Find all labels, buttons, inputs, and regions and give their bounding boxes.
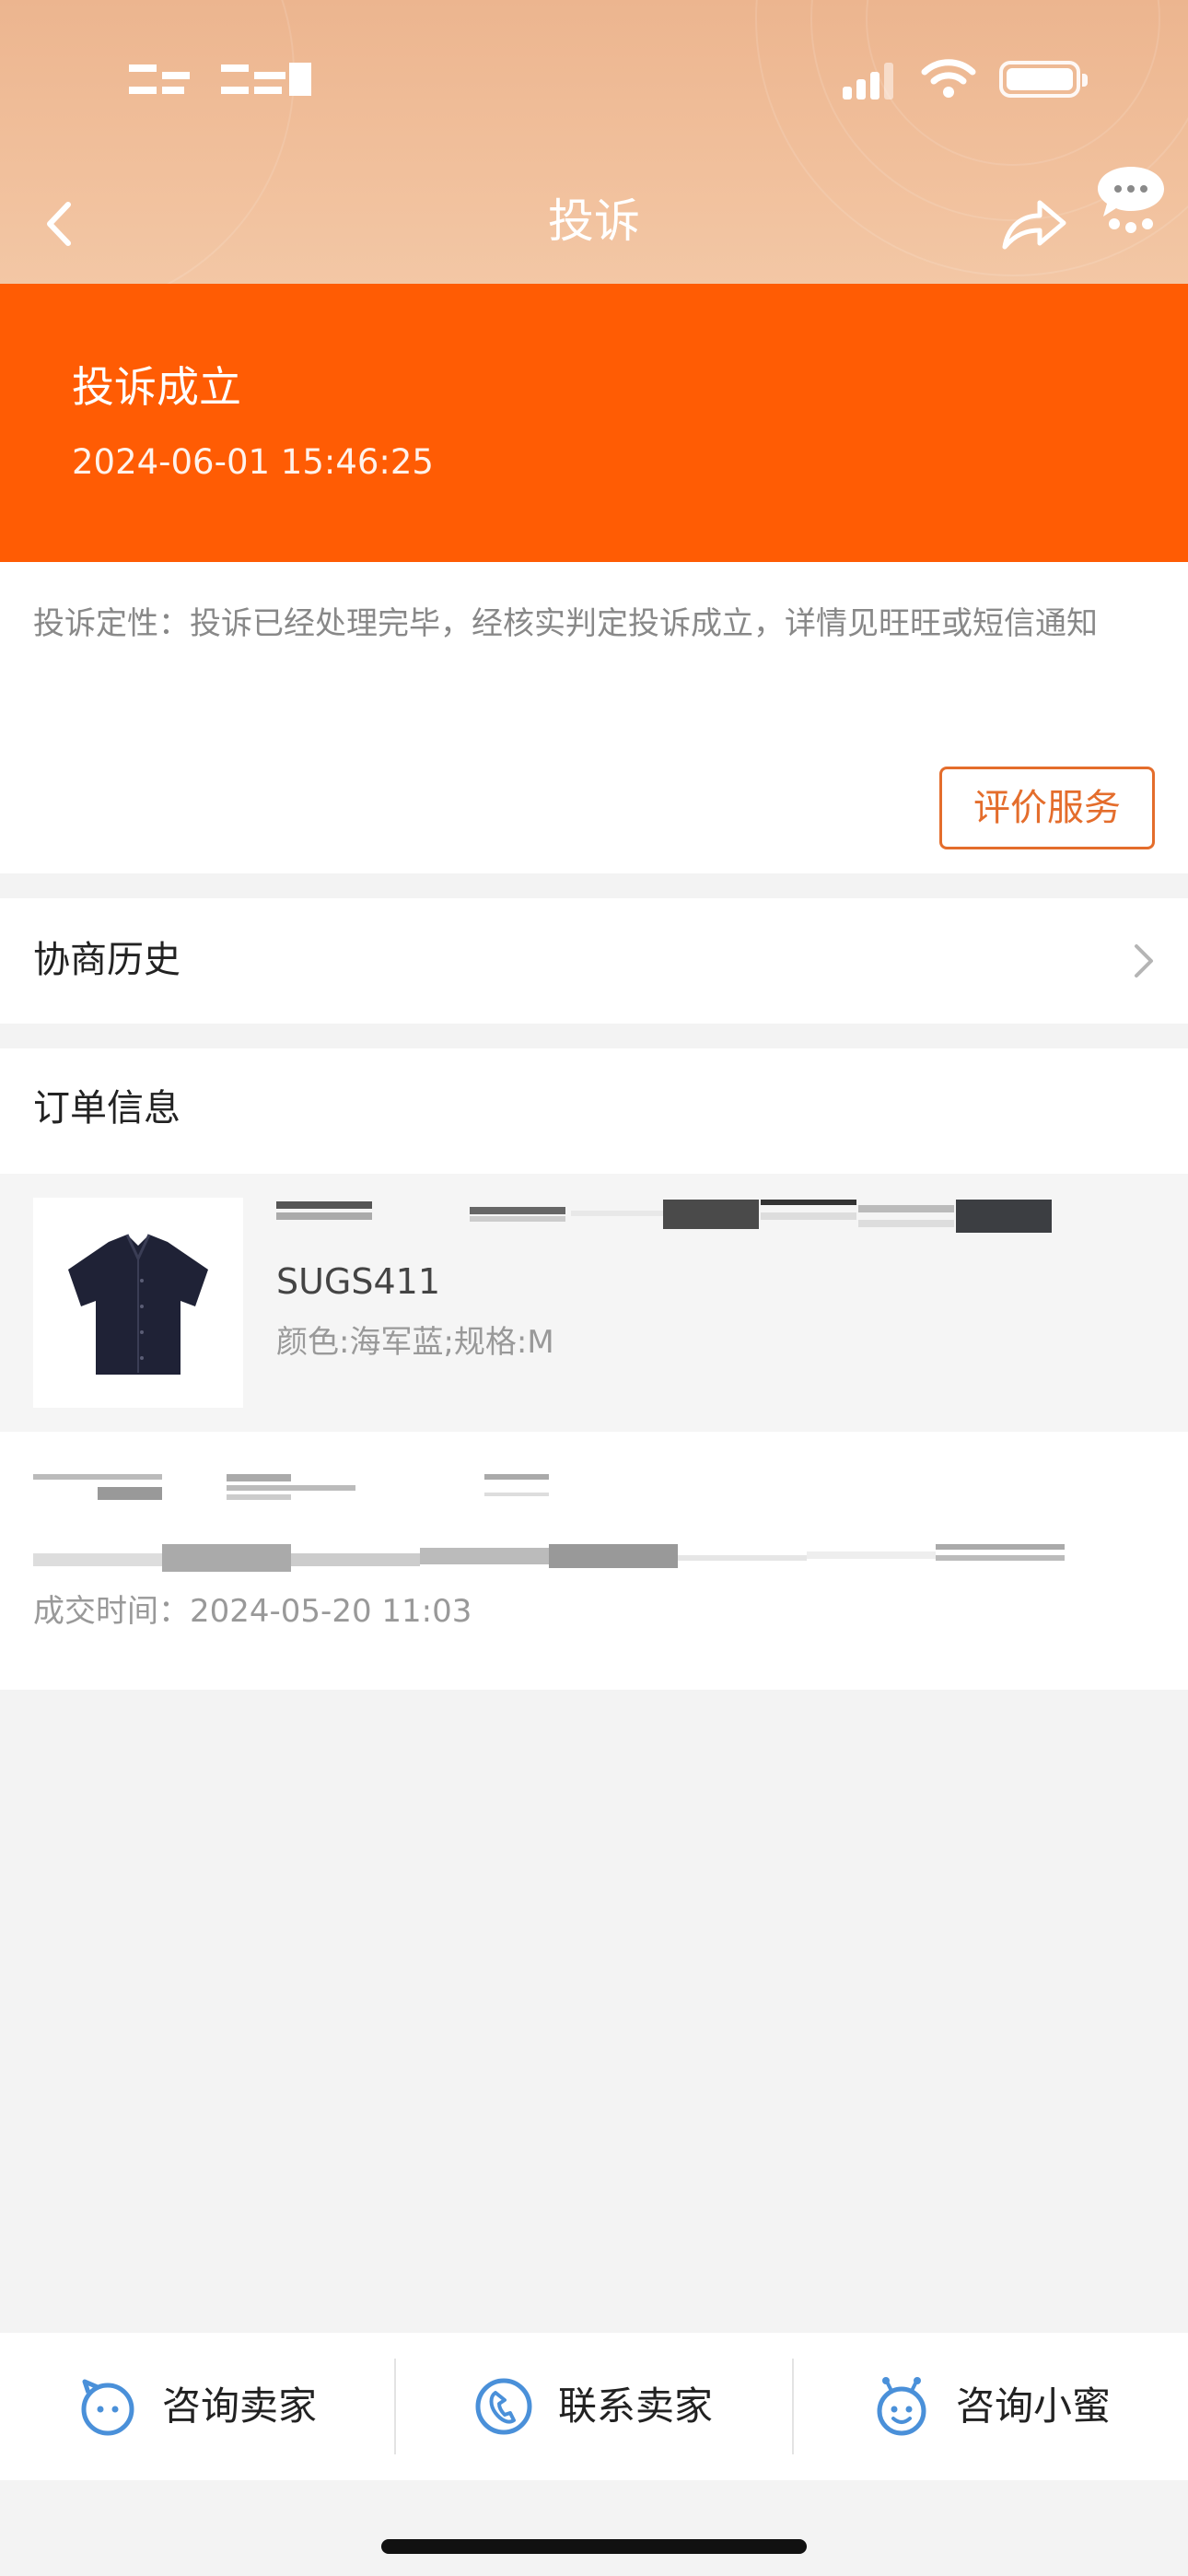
assistant-bee-icon — [877, 2377, 926, 2436]
rate-service-button[interactable]: 评价服务 — [939, 767, 1155, 849]
redacted-order-details — [33, 1474, 1066, 1577]
consult-assistant-button[interactable]: 咨询小蜜 — [871, 2333, 1111, 2480]
contact-seller-label: 联系卖家 — [558, 2383, 714, 2429]
top-header: 投诉 — [0, 0, 1188, 284]
divider — [792, 2359, 794, 2454]
complaint-result-text: 投诉定性：投诉已经处理完毕，经核实判定投诉成立，详情见旺旺或短信通知 — [33, 605, 1098, 642]
wifi-icon — [921, 59, 976, 98]
phone-icon — [475, 2378, 532, 2435]
share-icon[interactable] — [999, 192, 1069, 252]
consult-seller-button[interactable]: 咨询卖家 — [77, 2333, 317, 2480]
complaint-status-time: 2024-06-01 15:46:25 — [72, 442, 434, 482]
battery-icon — [999, 61, 1088, 98]
negotiation-history-label: 协商历史 — [33, 939, 181, 981]
order-info-section: 订单信息 SUGS411 颜色:海军蓝;规格:M 成交时间：2024-05-20… — [0, 1048, 1188, 1690]
product-item[interactable]: SUGS411 颜色:海军蓝;规格:M — [0, 1174, 1188, 1432]
product-spec: 颜色:海军蓝;规格:M — [276, 1324, 554, 1361]
consult-assistant-label: 咨询小蜜 — [956, 2383, 1112, 2429]
status-time-redacted — [125, 59, 314, 100]
consult-seller-label: 咨询卖家 — [162, 2383, 318, 2429]
product-code: SUGS411 — [276, 1261, 441, 1302]
shirt-icon — [68, 1234, 208, 1375]
chat-face-icon — [81, 2379, 134, 2436]
product-image — [33, 1198, 243, 1408]
divider — [394, 2359, 396, 2454]
signal-icon — [843, 61, 894, 100]
negotiation-history-row[interactable]: 协商历史 — [0, 898, 1188, 1024]
chevron-right-icon — [1135, 944, 1153, 978]
complaint-status-banner: 投诉成立 2024-06-01 15:46:25 — [0, 284, 1188, 562]
complaint-result-card: 投诉定性：投诉已经处理完毕，经核实判定投诉成立，详情见旺旺或短信通知 评价服务 — [0, 562, 1188, 873]
bottom-action-bar: 咨询卖家 联系卖家 咨询小蜜 — [0, 2333, 1188, 2480]
order-info-heading: 订单信息 — [33, 1087, 181, 1130]
contact-seller-button[interactable]: 联系卖家 — [473, 2333, 713, 2480]
deal-time: 成交时间：2024-05-20 11:03 — [33, 1593, 472, 1630]
more-dots-icon[interactable] — [1094, 161, 1168, 235]
status-bar — [0, 0, 1188, 157]
redacted-product-title — [276, 1200, 1052, 1233]
complaint-status-title: 投诉成立 — [72, 362, 241, 412]
home-indicator[interactable] — [381, 2539, 807, 2554]
